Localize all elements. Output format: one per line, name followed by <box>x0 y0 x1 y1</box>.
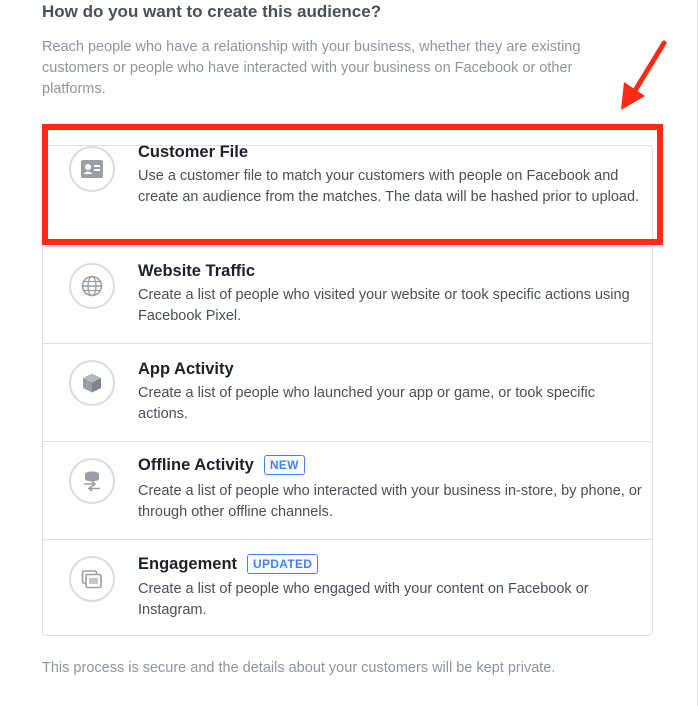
option-description: Use a customer file to match your custom… <box>138 168 640 205</box>
option-title: Customer File <box>138 143 249 161</box>
option-description: Create a list of people who interacted w… <box>138 483 642 520</box>
stacked-posts-icon <box>69 556 115 602</box>
audience-options-list: Customer File Use a customer file to mat… <box>42 143 653 636</box>
create-audience-panel: How do you want to create this audience?… <box>0 0 700 706</box>
new-badge: NEW <box>263 455 305 475</box>
page-title: How do you want to create this audience? <box>42 2 382 21</box>
option-app-activity[interactable]: App Activity Create a list of people who… <box>43 343 652 441</box>
option-title: Engagement UPDATED <box>138 554 319 574</box>
cube-icon <box>69 360 115 406</box>
divider <box>697 0 698 706</box>
option-website-traffic[interactable]: Website Traffic Create a list of people … <box>43 246 652 343</box>
option-engagement[interactable]: Engagement UPDATED Create a list of peop… <box>43 539 652 635</box>
option-title: App Activity <box>138 360 234 378</box>
globe-icon <box>69 263 115 309</box>
option-description: Create a list of people who engaged with… <box>138 581 589 618</box>
option-title: Website Traffic <box>138 262 256 280</box>
pointer-arrow-icon <box>621 40 667 110</box>
contact-card-icon <box>69 146 115 192</box>
option-customer-file[interactable]: Customer File Use a customer file to mat… <box>43 143 652 246</box>
option-title: Offline Activity NEW <box>138 455 305 475</box>
updated-badge: UPDATED <box>247 554 319 574</box>
privacy-footer-text: This process is secure and the details a… <box>42 660 556 676</box>
option-description: Create a list of people who launched you… <box>138 385 596 422</box>
database-sync-icon <box>69 458 115 504</box>
intro-text: Reach people who have a relationship wit… <box>42 39 581 97</box>
option-offline-activity[interactable]: Offline Activity NEW Create a list of pe… <box>43 441 652 539</box>
option-description: Create a list of people who visited your… <box>138 287 630 324</box>
